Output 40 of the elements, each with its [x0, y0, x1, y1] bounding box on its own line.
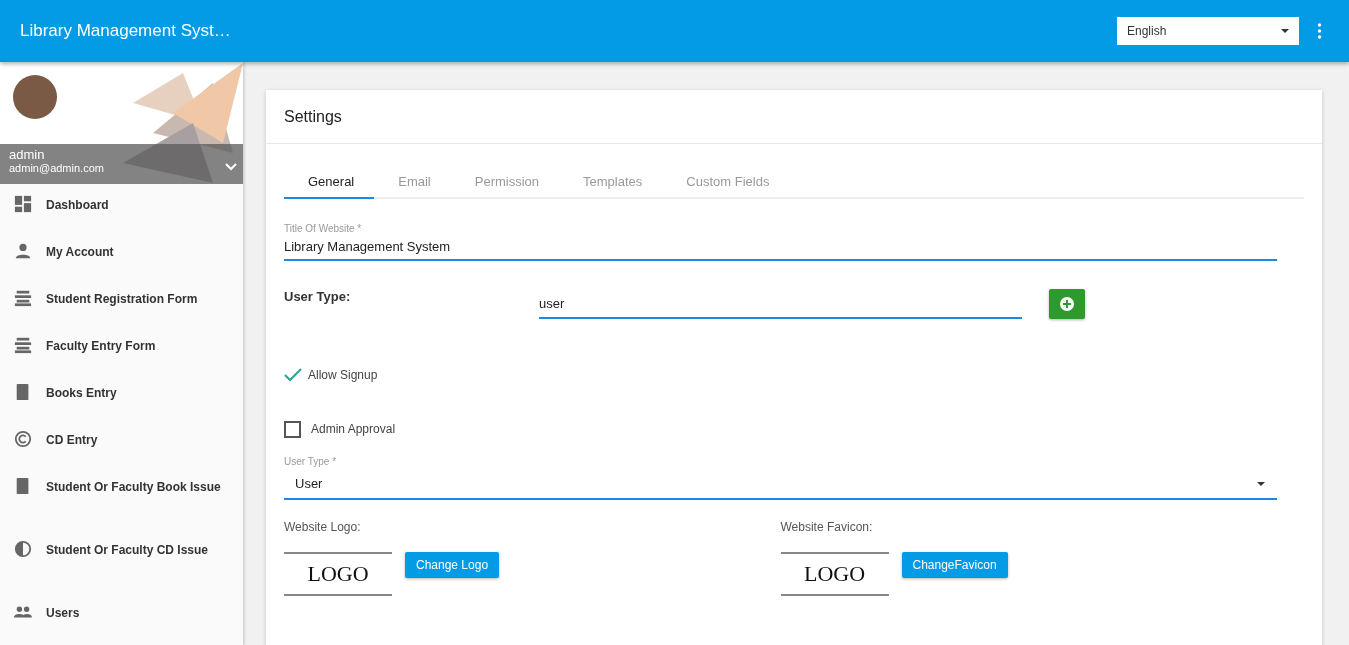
dropdown-icon [1257, 482, 1265, 486]
field-label: Website Favicon: [780, 520, 874, 534]
sidebar-item[interactable]: Student Or Faculty CD Issue [0, 529, 243, 592]
lines-icon [14, 289, 32, 307]
sidebar-item[interactable]: CD Entry [0, 419, 243, 466]
field-label: Website Logo: [284, 520, 362, 534]
sidebar-item[interactable]: Books Entry [0, 372, 243, 419]
avatar [13, 75, 57, 119]
logo-preview: LOGO [284, 552, 392, 596]
card-title: Settings [284, 107, 342, 126]
sidebar-item[interactable]: Student Registration Form [0, 278, 243, 325]
user-name: admin [9, 147, 46, 162]
logo-preview: LOGO [780, 552, 889, 596]
checkmark-icon[interactable] [284, 368, 302, 382]
field-label: User Type: [284, 289, 352, 304]
lines-icon [14, 336, 32, 354]
app-title: Library Management Syst… [20, 21, 232, 41]
contrast-icon [14, 540, 32, 558]
checkbox-label: Admin Approval [311, 422, 396, 436]
dropdown-icon [1281, 29, 1289, 33]
input-field[interactable]: Title Of Website * Library Management System [284, 223, 1277, 261]
user-email: admin@admin.com [9, 162, 104, 174]
checkbox-label: Allow Signup [308, 368, 378, 382]
input-field[interactable]: user [539, 289, 1022, 319]
sidebar-item[interactable]: Dashboard [0, 184, 243, 231]
copyright-icon [14, 430, 32, 448]
add-button[interactable] [1049, 289, 1085, 319]
chevron-down-icon[interactable] [225, 163, 237, 171]
more-icon[interactable] [1317, 23, 1322, 39]
dashboard-icon [14, 195, 32, 213]
select-field[interactable]: User Type * User [284, 456, 1277, 500]
sidebar-item[interactable]: Faculty Entry Form [0, 325, 243, 372]
tab[interactable]: General [284, 166, 375, 199]
plus-icon [1060, 297, 1074, 311]
sidebar-item[interactable]: My Account [0, 231, 243, 278]
sidebar-item[interactable]: Student Or Faculty Book Issue [0, 466, 243, 529]
checkbox[interactable] [284, 420, 301, 438]
language-select[interactable]: English [1117, 17, 1299, 45]
person-icon [14, 242, 32, 260]
sidebar-item[interactable]: Users [0, 592, 243, 639]
